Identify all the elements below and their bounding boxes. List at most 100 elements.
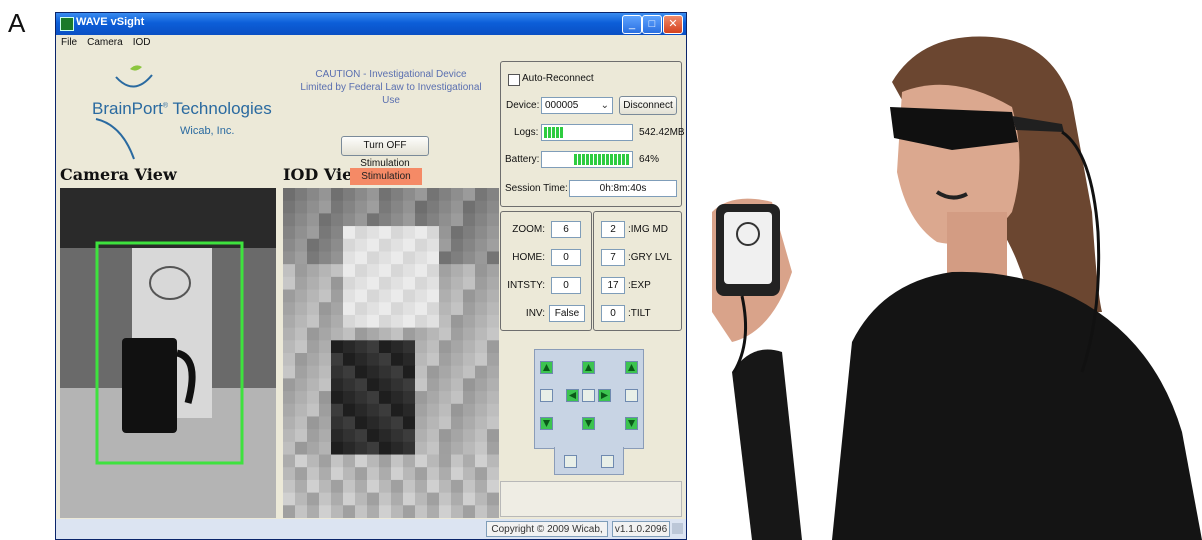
left-column-down-button[interactable]: [540, 417, 553, 430]
settings-left-group: ZOOM: 6 HOME: 0 INTSTY: 0 INV: False: [500, 211, 592, 331]
image-mode-value[interactable]: 2: [601, 221, 625, 238]
battery-progress-fill: [574, 154, 630, 165]
iod-pixel: [283, 264, 296, 278]
intensity-value[interactable]: 0: [551, 277, 581, 294]
iod-pixel: [355, 226, 368, 240]
zoom-value[interactable]: 6: [551, 221, 581, 238]
right-column-down-button[interactable]: [625, 417, 638, 430]
iod-pixel: [331, 340, 344, 354]
iod-pixel: [367, 340, 380, 354]
iod-pixel: [319, 276, 332, 291]
bottom-left-button[interactable]: [564, 455, 577, 468]
gray-level-value[interactable]: 7: [601, 249, 625, 266]
menu-file[interactable]: File: [56, 35, 82, 50]
connection-group: Auto-Reconnect Device: 000005 ⌄ Disconne…: [500, 61, 685, 207]
iod-pixel: [295, 200, 308, 214]
center-right-button[interactable]: [598, 389, 611, 402]
iod-pixel: [307, 353, 320, 367]
maximize-icon[interactable]: □: [642, 15, 662, 34]
iod-pixel: [331, 226, 344, 240]
iod-pixel: [283, 429, 296, 443]
iod-pixel: [415, 238, 428, 252]
iod-pixel: [355, 429, 368, 443]
iod-pixel: [295, 454, 308, 468]
device-select[interactable]: 000005 ⌄: [541, 97, 613, 114]
iod-pixel: [415, 391, 428, 405]
iod-pixel: [319, 479, 332, 494]
iod-pixel: [415, 479, 428, 494]
iod-pixel: [391, 365, 404, 379]
iod-pixel: [451, 289, 464, 303]
center-down-button[interactable]: [582, 417, 595, 430]
iod-pixel: [379, 238, 392, 252]
center-button[interactable]: [582, 389, 595, 402]
center-left-button[interactable]: [566, 389, 579, 402]
menu-bar: File Camera IOD: [56, 35, 686, 51]
left-column-center-button[interactable]: [540, 389, 553, 402]
iod-pixel: [343, 403, 356, 417]
menu-iod[interactable]: IOD: [128, 35, 156, 50]
iod-pixel: [403, 314, 416, 329]
iod-pixel: [451, 391, 464, 405]
iod-pixel: [319, 188, 332, 202]
iod-pixel: [283, 340, 296, 354]
left-column-up-button[interactable]: [540, 361, 553, 374]
iod-pixel: [367, 264, 380, 278]
disconnect-button[interactable]: Disconnect: [619, 96, 677, 115]
auto-reconnect-checkbox[interactable]: [508, 74, 520, 86]
iod-pixel: [367, 251, 380, 265]
right-column-up-button[interactable]: [625, 361, 638, 374]
invert-value[interactable]: False: [549, 305, 585, 322]
iod-pixel: [451, 505, 464, 518]
iod-pixel: [331, 200, 344, 214]
iod-pixel: [367, 314, 380, 329]
title-bar[interactable]: WAVE vSight _ □ ✕: [56, 13, 686, 35]
exposure-value[interactable]: 17: [601, 277, 625, 294]
iod-pixel: [319, 505, 332, 518]
iod-pixel: [307, 479, 320, 494]
minimize-icon[interactable]: _: [622, 15, 642, 34]
iod-pixel: [475, 403, 488, 417]
resize-grip-icon[interactable]: [672, 523, 683, 534]
iod-pixel: [391, 276, 404, 291]
iod-pixel: [367, 403, 380, 417]
menu-camera[interactable]: Camera: [82, 35, 128, 50]
iod-pixel: [391, 340, 404, 354]
iod-pixel: [487, 314, 499, 329]
iod-pixel: [343, 365, 356, 379]
close-icon[interactable]: ✕: [663, 15, 683, 34]
home-value[interactable]: 0: [551, 249, 581, 266]
iod-pixel: [415, 276, 428, 291]
iod-pixel: [343, 188, 356, 202]
turn-off-stimulation-button[interactable]: Turn OFF Stimulation: [341, 136, 429, 169]
iod-pixel: [331, 492, 344, 506]
iod-pixel: [343, 302, 356, 316]
iod-pixel: [463, 289, 476, 303]
iod-pixel: [331, 391, 344, 405]
iod-pixel: [331, 276, 344, 291]
iod-pixel: [403, 340, 416, 354]
iod-pixel: [439, 378, 452, 392]
iod-pixel: [343, 327, 356, 341]
iod-pixel: [283, 467, 296, 481]
right-column-center-button[interactable]: [625, 389, 638, 402]
iod-pixel: [439, 238, 452, 252]
iod-pixel: [283, 314, 296, 329]
iod-pixel: [475, 289, 488, 303]
iod-pixel: [451, 353, 464, 367]
iod-pixel: [439, 441, 452, 456]
iod-pixel: [295, 302, 308, 316]
bottom-right-button[interactable]: [601, 455, 614, 468]
iod-pixel: [427, 467, 440, 481]
iod-pixel: [319, 365, 332, 379]
iod-pixel: [343, 226, 356, 240]
iod-pixel: [331, 353, 344, 367]
center-up-button[interactable]: [582, 361, 595, 374]
iod-pixel: [343, 429, 356, 443]
message-area: [500, 481, 682, 517]
iod-pixel: [319, 251, 332, 265]
camera-view-image: [60, 188, 276, 518]
iod-pixel: [451, 378, 464, 392]
tilt-value[interactable]: 0: [601, 305, 625, 322]
iod-pixel: [331, 416, 344, 430]
